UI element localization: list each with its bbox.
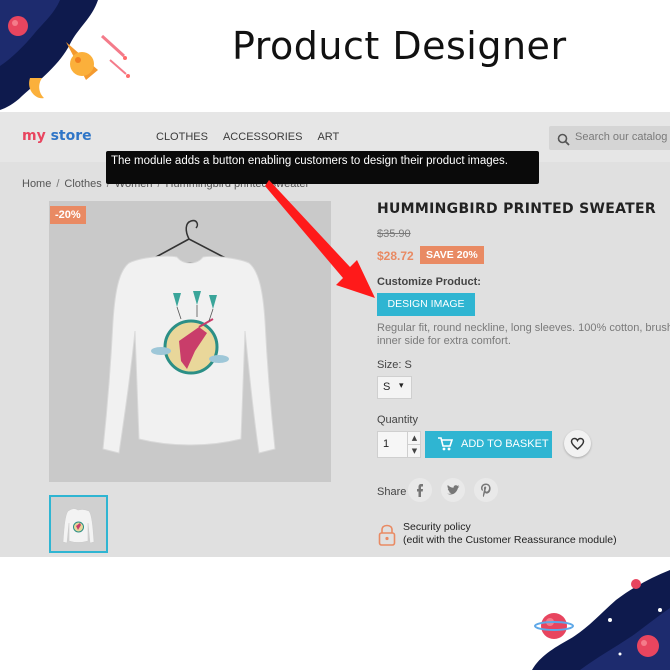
store-screenshot: my store CLOTHES ACCESSORIES ART Search … bbox=[0, 112, 670, 557]
annotation-arrow bbox=[265, 180, 375, 298]
banner-title: Product Designer bbox=[232, 24, 567, 68]
space-decoration-top bbox=[0, 0, 150, 112]
space-decoration-bottom bbox=[520, 570, 670, 670]
